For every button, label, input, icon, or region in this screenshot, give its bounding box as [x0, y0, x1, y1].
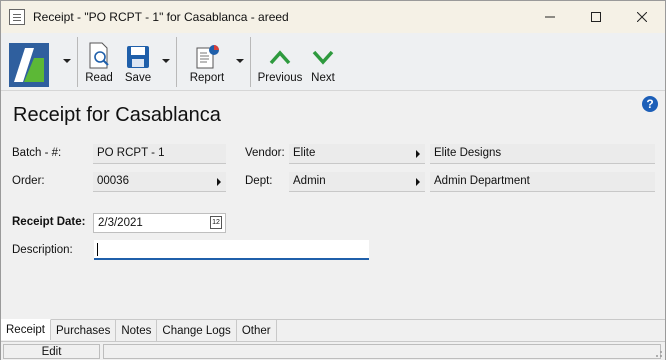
app-window-icon — [9, 9, 25, 25]
dept-lookup-arrow-icon[interactable] — [416, 178, 420, 186]
save-button[interactable]: Save — [121, 37, 155, 87]
title-bar: Receipt - "PO RCPT - 1" for Casablanca -… — [1, 1, 665, 33]
report-button[interactable]: Report — [187, 37, 227, 87]
dept-label: Dept: — [245, 175, 273, 187]
dept-field[interactable]: Admin — [289, 172, 425, 192]
receipt-date-field[interactable]: 2/3/2021 12 — [93, 213, 226, 233]
dept-name-field: Admin Department — [430, 172, 655, 192]
vendor-value: Elite — [293, 147, 316, 159]
order-label: Order: — [12, 175, 45, 187]
toolbar-separator — [250, 37, 251, 87]
maximize-button[interactable] — [573, 1, 619, 33]
read-label: Read — [85, 72, 113, 84]
report-label: Report — [189, 72, 225, 84]
tab-purchases[interactable]: Purchases — [51, 320, 117, 341]
receipt-date-label: Receipt Date: — [12, 216, 86, 228]
tab-change-logs[interactable]: Change Logs — [157, 320, 237, 341]
toolbar-separator — [176, 37, 177, 87]
calendar-icon[interactable]: 12 — [210, 216, 222, 229]
receipt-window: Receipt - "PO RCPT - 1" for Casablanca -… — [0, 0, 666, 360]
status-message-panel — [103, 344, 661, 359]
close-icon — [637, 12, 647, 22]
minimize-button[interactable] — [527, 1, 573, 33]
toolbar: Read Save Report Previous Next — [1, 33, 665, 91]
vendor-name-field: Elite Designs — [430, 144, 655, 164]
vendor-field[interactable]: Elite — [289, 144, 425, 164]
description-input[interactable] — [94, 240, 369, 260]
next-label: Next — [311, 72, 335, 84]
order-value: 00036 — [97, 175, 129, 187]
dept-name-value: Admin Department — [434, 175, 530, 187]
tab-notes[interactable]: Notes — [116, 320, 158, 341]
logo-dropdown-arrow[interactable] — [63, 59, 71, 63]
save-dropdown-arrow[interactable] — [162, 59, 170, 63]
app-logo[interactable] — [9, 43, 49, 87]
chevron-up-icon — [269, 50, 291, 65]
description-label: Description: — [12, 244, 73, 256]
save-label: Save — [124, 72, 152, 84]
tab-other[interactable]: Other — [237, 320, 277, 341]
minimize-icon — [545, 16, 555, 18]
previous-button[interactable]: Previous — [258, 37, 302, 87]
window-title: Receipt - "PO RCPT - 1" for Casablanca -… — [33, 10, 289, 24]
batch-label: Batch - #: — [12, 147, 62, 159]
vendor-lookup-arrow-icon[interactable] — [416, 150, 420, 158]
report-icon — [196, 45, 219, 69]
read-document-icon — [89, 42, 109, 69]
resize-grip-icon[interactable] — [653, 348, 663, 358]
help-icon[interactable]: ? — [642, 96, 658, 112]
toolbar-separator — [77, 37, 78, 87]
chevron-down-icon — [312, 50, 334, 65]
batch-value: PO RCPT - 1 — [97, 147, 165, 159]
save-icon — [127, 46, 149, 68]
receipt-date-value: 2/3/2021 — [98, 217, 143, 229]
vendor-label: Vendor: — [245, 147, 285, 159]
previous-label: Previous — [257, 72, 303, 84]
logo-icon — [10, 44, 48, 86]
read-button[interactable]: Read — [83, 37, 115, 87]
maximize-icon — [591, 12, 601, 22]
receipt-form: Receipt for Casablanca ? Batch - #: PO R… — [1, 92, 665, 319]
vendor-name-value: Elite Designs — [434, 147, 502, 159]
close-button[interactable] — [619, 1, 665, 33]
dept-value: Admin — [293, 175, 326, 187]
order-field[interactable]: 00036 — [93, 172, 226, 192]
window-controls — [527, 1, 665, 33]
status-mode: Edit — [3, 344, 100, 359]
next-button[interactable]: Next — [308, 37, 338, 87]
report-dropdown-arrow[interactable] — [236, 59, 244, 63]
text-caret — [97, 243, 98, 256]
tab-strip: Receipt Purchases Notes Change Logs Othe… — [1, 319, 665, 341]
batch-field[interactable]: PO RCPT - 1 — [93, 144, 226, 164]
status-bar: Edit — [1, 341, 665, 360]
page-title: Receipt for Casablanca — [13, 104, 221, 126]
order-lookup-arrow-icon[interactable] — [217, 178, 221, 186]
tab-receipt[interactable]: Receipt — [1, 319, 51, 340]
